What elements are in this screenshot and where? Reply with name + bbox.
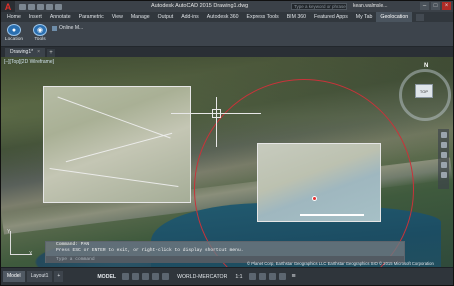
tab-insert[interactable]: Insert xyxy=(25,12,46,22)
online-map-label: Online M... xyxy=(59,25,84,31)
showmotion-icon[interactable] xyxy=(440,172,447,178)
zoom-icon[interactable] xyxy=(440,152,447,158)
document-tab[interactable]: Drawing1* × xyxy=(5,48,45,57)
quick-access-toolbar xyxy=(19,3,62,10)
coordinate-system-button[interactable]: WORLD-MERCATOR xyxy=(177,274,227,280)
new-tab-button[interactable]: + xyxy=(47,49,55,57)
redo-icon[interactable] xyxy=(55,3,62,10)
workspace-icon[interactable] xyxy=(258,273,266,280)
fullscreen-icon[interactable] xyxy=(278,273,286,280)
ucs-y-label: Y xyxy=(7,229,11,235)
polar-icon[interactable] xyxy=(152,273,160,280)
annotation-visibility-icon[interactable] xyxy=(248,273,256,280)
map-inset-left[interactable] xyxy=(43,86,191,203)
autocad-logo-icon[interactable]: A xyxy=(1,1,15,12)
document-tabs: Drawing1* × + xyxy=(1,47,453,57)
steering-wheel-icon[interactable] xyxy=(440,132,447,138)
crosshair-vertical xyxy=(216,97,217,147)
tools-label: Tools xyxy=(34,37,46,42)
drawing-viewport[interactable]: [–][Top][2D Wireframe] N TOP Y X Command… xyxy=(1,57,453,267)
tab-view[interactable]: View xyxy=(108,12,127,22)
user-account[interactable]: kean.walmsle... xyxy=(353,3,387,9)
osnap-icon[interactable] xyxy=(162,273,170,280)
ucs-x-label: X xyxy=(29,251,33,257)
command-history-line: Press ESC or ENTER to exit, or right-cli… xyxy=(56,248,244,253)
customization-menu-icon[interactable]: ≡ xyxy=(292,273,296,280)
app-title: Autodesk AutoCAD 2015 Drawing1.dwg xyxy=(151,3,249,9)
status-bar: Model Layout1 + MODEL WORLD-MERCATOR 1:1… xyxy=(1,267,453,285)
open-icon[interactable] xyxy=(28,3,35,10)
tab-featured-apps[interactable]: Featured Apps xyxy=(310,12,352,22)
autocad-window: A Autodesk AutoCAD 2015 Drawing1.dwg Typ… xyxy=(0,0,454,286)
command-line[interactable]: Command: PAN Press ESC or ENTER to exit,… xyxy=(45,241,405,263)
viewcube-face[interactable]: TOP xyxy=(415,84,433,98)
search-input[interactable]: Type a keyword or phrase xyxy=(291,3,347,10)
tools-button[interactable]: ◉ Tools xyxy=(29,24,51,42)
tab-layout1[interactable]: Layout1 xyxy=(26,271,53,282)
tab-my-tab[interactable]: My Tab xyxy=(352,12,377,22)
tab-home[interactable]: Home xyxy=(3,12,25,22)
tab-add-ins[interactable]: Add-ins xyxy=(177,12,203,22)
viewport-controls-label[interactable]: [–][Top][2D Wireframe] xyxy=(4,59,54,65)
location-label: Location xyxy=(4,37,24,42)
location-button[interactable]: ● Location xyxy=(3,24,25,42)
save-icon[interactable] xyxy=(37,3,44,10)
undo-icon[interactable] xyxy=(46,3,53,10)
grid-icon[interactable] xyxy=(122,273,130,280)
new-icon[interactable] xyxy=(19,3,26,10)
tab-model[interactable]: Model xyxy=(3,271,25,282)
orbit-icon[interactable] xyxy=(440,162,447,168)
ribbon-tabs: Home Insert Annotate Parametric View Man… xyxy=(1,12,453,22)
ucs-icon: Y X xyxy=(7,229,33,257)
ribbon-panel: ● Location ◉ Tools Online M... xyxy=(1,22,453,47)
location-marker-icon[interactable] xyxy=(312,196,317,201)
tab-autodesk-360[interactable]: Autodesk 360 xyxy=(203,12,243,22)
cursor-pickbox xyxy=(212,109,221,118)
tab-annotate[interactable]: Annotate xyxy=(46,12,75,22)
compass-north-label: N xyxy=(424,63,429,69)
map-icon xyxy=(52,25,57,31)
annotation-scale[interactable]: 1:1 xyxy=(235,274,242,280)
isolate-icon[interactable] xyxy=(268,273,276,280)
tab-bim-360[interactable]: BIM 360 xyxy=(283,12,310,22)
map-inset-right[interactable] xyxy=(257,143,381,222)
tab-manage[interactable]: Manage xyxy=(127,12,154,22)
map-copyright: © Planet Corp, Earthstar Geographics LLC… xyxy=(247,261,434,266)
snap-icon[interactable] xyxy=(132,273,140,280)
tab-express-tools[interactable]: Express Tools xyxy=(243,12,283,22)
document-tab-name: Drawing1* xyxy=(10,49,34,55)
add-layout-button[interactable]: + xyxy=(54,271,64,282)
model-space-button[interactable]: MODEL xyxy=(97,274,116,280)
location-icon: ● xyxy=(7,24,21,36)
map-scale-bar xyxy=(300,214,364,216)
online-map-button[interactable]: Online M... xyxy=(52,25,83,31)
tab-parametric[interactable]: Parametric xyxy=(75,12,108,22)
close-tab-icon[interactable]: × xyxy=(37,48,40,57)
tab-output[interactable]: Output xyxy=(154,12,178,22)
tab-geolocation[interactable]: Geolocation xyxy=(376,12,413,22)
tools-icon: ◉ xyxy=(33,24,47,36)
title-bar: A Autodesk AutoCAD 2015 Drawing1.dwg Typ… xyxy=(1,1,453,12)
maximize-button[interactable]: □ xyxy=(431,2,440,10)
close-button[interactable]: × xyxy=(442,2,451,10)
ribbon-options-icon[interactable] xyxy=(416,13,425,21)
minimize-button[interactable]: – xyxy=(420,2,429,10)
navigation-bar xyxy=(438,129,449,189)
pan-icon[interactable] xyxy=(440,142,447,148)
ortho-icon[interactable] xyxy=(142,273,150,280)
